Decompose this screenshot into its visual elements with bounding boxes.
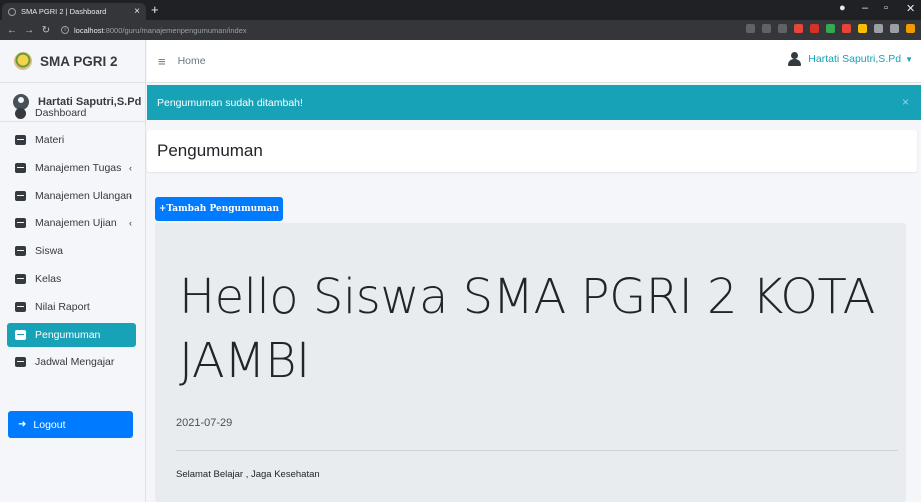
divider [176,450,898,451]
book-icon [15,218,26,228]
browser-tab-bar: SMA PGRI 2 | Dashboard × + ● – ▫ ✕ [0,0,921,20]
book-icon [15,274,26,284]
url-host: localhost [74,25,104,35]
sidebar-item-label: Nilai Raport [35,301,90,313]
profile-icon[interactable]: ● [839,2,846,14]
sign-out-icon: ➜ [18,419,27,430]
favicon-icon [8,7,16,16]
school-logo-icon [14,52,32,70]
avatar[interactable] [906,24,915,33]
extension-icon[interactable] [842,24,851,33]
tab-close-icon[interactable]: × [134,6,140,17]
sidebar-item-label: Manajemen Ulangan [35,190,132,202]
minimize-icon[interactable]: – [862,2,868,14]
sidebar-item-label: Materi [35,134,65,146]
dashboard-icon [15,107,26,119]
top-navbar: ≡ Home Hartati Saputri,S.Pd ▼ [147,40,921,83]
hamburger-menu-icon[interactable]: ≡ [158,54,166,69]
nav-home-link[interactable]: Home [178,55,206,67]
browser-tab[interactable]: SMA PGRI 2 | Dashboard × [2,3,146,20]
reload-icon[interactable]: ↻ [41,25,51,36]
url-field[interactable]: i localhost:8000/guru/manajemenpengumuma… [61,26,247,35]
sidebar-item-manajemen-ulangan[interactable]: Manajemen Ulangan ‹ [7,184,136,208]
book-icon [15,191,26,201]
sidebar-item-label: Manajemen Ujian [35,217,117,229]
user-dropdown[interactable]: Hartati Saputri,S.Pd ▼ [788,52,913,66]
announcement-card: Hello Siswa SMA PGRI 2 KOTA JAMBI 2021-0… [155,223,906,502]
restore-icon[interactable]: ▫ [884,2,888,14]
add-announcement-button[interactable]: +Tambah Pengumuman [155,197,283,221]
sidebar-item-label: Dashboard [35,107,87,119]
chevron-left-icon: ‹ [129,191,132,201]
bookmark-star-icon[interactable] [778,24,787,33]
brand-link[interactable]: SMA PGRI 2 [0,40,145,83]
success-alert: Pengumuman sudah ditambah! × [147,85,921,120]
sidebar-item-label: Jadwal Mengajar [35,356,115,368]
url-path: :8000/guru/manajemenpengumuman/index [103,25,247,35]
caret-down-icon: ▼ [905,54,913,64]
chevron-left-icon: ‹ [129,163,132,173]
alert-close-button[interactable]: × [902,95,909,109]
extensions-bar [746,24,915,33]
extension-icon[interactable] [794,24,803,33]
new-tab-button[interactable]: + [151,2,159,17]
sidebar-item-jadwal-mengajar[interactable]: Jadwal Mengajar [7,350,136,374]
chevron-left-icon: ‹ [129,218,132,228]
book-icon [15,330,26,340]
announcement-title: Hello Siswa SMA PGRI 2 KOTA JAMBI [179,269,875,389]
tab-title: SMA PGRI 2 | Dashboard [21,7,107,16]
sidebar-item-siswa[interactable]: Siswa [7,239,136,263]
sidebar-item-kelas[interactable]: Kelas [7,267,136,291]
book-icon [15,163,26,173]
sidebar-item-label: Siswa [35,245,64,257]
content-header: Pengumuman [147,130,917,172]
announcement-body: Selamat Belajar , Jaga Kesehatan [176,469,320,480]
page-title: Pengumuman [157,141,263,160]
user-icon [788,52,802,66]
translate-icon[interactable] [746,24,755,33]
extension-icon[interactable] [826,24,835,33]
sidebar-item-label: Pengumuman [35,329,101,341]
extensions-puzzle-icon[interactable] [874,24,883,33]
brand-name: SMA PGRI 2 [40,53,118,69]
book-icon [15,357,26,367]
sidebar-item-dashboard[interactable]: Dashboard [7,101,136,125]
logout-label: Logout [33,418,66,431]
sidebar-item-label: Kelas [35,273,62,285]
close-window-icon[interactable]: ✕ [906,2,915,15]
announcement-date: 2021-07-29 [176,417,233,429]
extension-icon[interactable] [858,24,867,33]
logout-button[interactable]: ➜ Logout [8,411,133,438]
book-icon [15,302,26,312]
forward-icon[interactable]: → [24,25,34,36]
sidebar-item-manajemen-ujian[interactable]: Manajemen Ujian ‹ [7,211,136,235]
book-icon [15,246,26,256]
alert-message: Pengumuman sudah ditambah! [157,96,303,109]
sidebar-item-pengumuman[interactable]: Pengumuman [7,323,136,347]
book-icon [15,135,26,145]
extension-icon[interactable] [810,24,819,33]
sidebar-item-manajemen-tugas[interactable]: Manajemen Tugas ‹ [7,156,136,180]
zoom-icon[interactable] [762,24,771,33]
user-dropdown-label: Hartati Saputri,S.Pd [808,53,902,65]
reading-list-icon[interactable] [890,24,899,33]
sidebar-item-label: Manajemen Tugas [35,162,122,174]
sidebar-item-materi[interactable]: Materi [7,128,136,152]
back-icon[interactable]: ← [7,25,17,36]
site-info-icon[interactable]: i [61,26,69,34]
sidebar-item-nilai-raport[interactable]: Nilai Raport [7,295,136,319]
